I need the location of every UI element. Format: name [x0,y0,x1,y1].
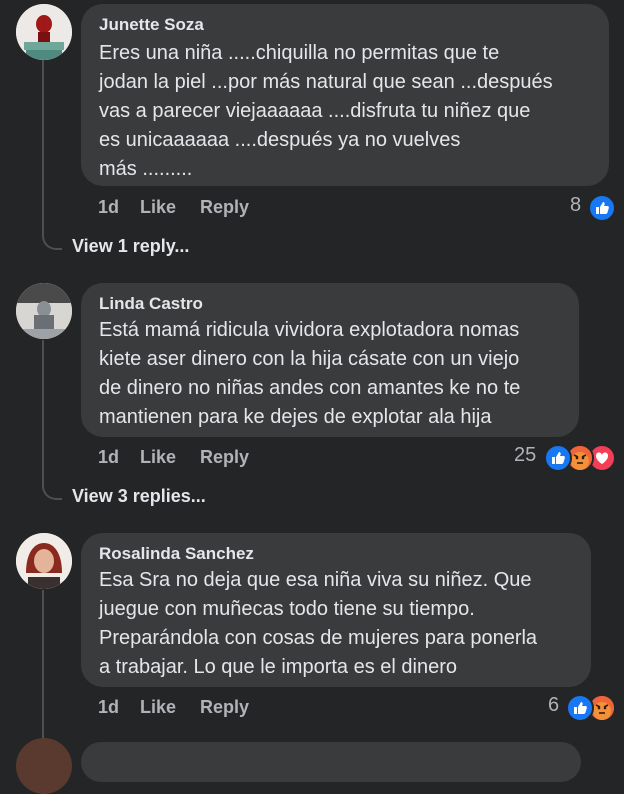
timestamp[interactable]: 1d [98,197,119,218]
comment-text: Esa Sra no deja que esa niña viva su niñ… [99,566,571,682]
like-reaction-icon [566,694,594,722]
comment-line: Está mamá ridicula vividora explotadora … [99,319,520,341]
reaction-count: 6 [548,694,560,716]
like-reaction-icon [544,444,572,472]
comment-bubble [81,742,581,782]
comment-author[interactable]: Rosalinda Sanchez [99,544,254,564]
comment-line: más ......... [99,158,193,180]
reaction-count: 25 [514,444,537,466]
timestamp[interactable]: 1d [98,447,119,468]
reply-button[interactable]: Reply [200,697,249,718]
like-reaction-icon [588,194,616,222]
like-button[interactable]: Like [140,697,176,718]
comment-line: es unicaaaaaa ....después ya no vuelves [99,129,461,151]
timestamp[interactable]: 1d [98,697,119,718]
thread-curve [42,232,62,250]
avatar[interactable] [16,533,72,589]
reaction-summary[interactable]: 8 [570,194,616,222]
like-button[interactable]: Like [140,447,176,468]
comment-line: mantienen para ke dejes de explotar ala … [99,406,492,428]
reaction-summary[interactable]: 6 [548,694,616,722]
comment-line: vas a parecer viejaaaaaa ....disfruta tu… [99,100,531,122]
reply-button[interactable]: Reply [200,447,249,468]
comment-author[interactable]: Linda Castro [99,294,203,314]
reaction-summary[interactable]: 25 [514,444,618,472]
reply-button[interactable]: Reply [200,197,249,218]
comment-line: de dinero no niñas andes con amantes ke … [99,377,521,399]
comment-bubble: Linda Castro Está mamá ridicula vividora… [81,283,579,437]
thread-line [42,340,44,484]
comment-line: kiete aser dinero con la hija cásate con… [99,348,520,370]
avatar[interactable] [16,4,72,60]
like-button[interactable]: Like [140,197,176,218]
comment-text: Está mamá ridicula vividora explotadora … [99,316,559,432]
thread-curve [42,482,62,500]
comment-line: Eres una niña .....chiquilla no permitas… [99,42,500,64]
comment-line: Esa Sra no deja que esa niña viva su niñ… [99,569,532,591]
comment-line: juegue con muñecas todo tiene su tiempo. [99,598,475,620]
view-replies-link[interactable]: View 1 reply... [72,236,189,257]
reaction-count: 8 [570,194,582,216]
comment-line: Preparándola con cosas de mujeres para p… [99,627,538,649]
comment-text: Eres una niña .....chiquilla no permitas… [99,39,589,184]
thread-line [42,590,44,756]
thread-line [42,60,44,234]
comment-bubble: Junette Soza Eres una niña .....chiquill… [81,4,609,186]
comment-line: a trabajar. Lo que le importa es el dine… [99,656,457,678]
comment-author[interactable]: Junette Soza [99,15,204,35]
avatar[interactable] [16,283,72,339]
comment-line: jodan la piel ...por más natural que sea… [99,71,553,93]
comment-bubble: Rosalinda Sanchez Esa Sra no deja que es… [81,533,591,687]
view-replies-link[interactable]: View 3 replies... [72,486,206,507]
avatar[interactable] [16,738,72,794]
